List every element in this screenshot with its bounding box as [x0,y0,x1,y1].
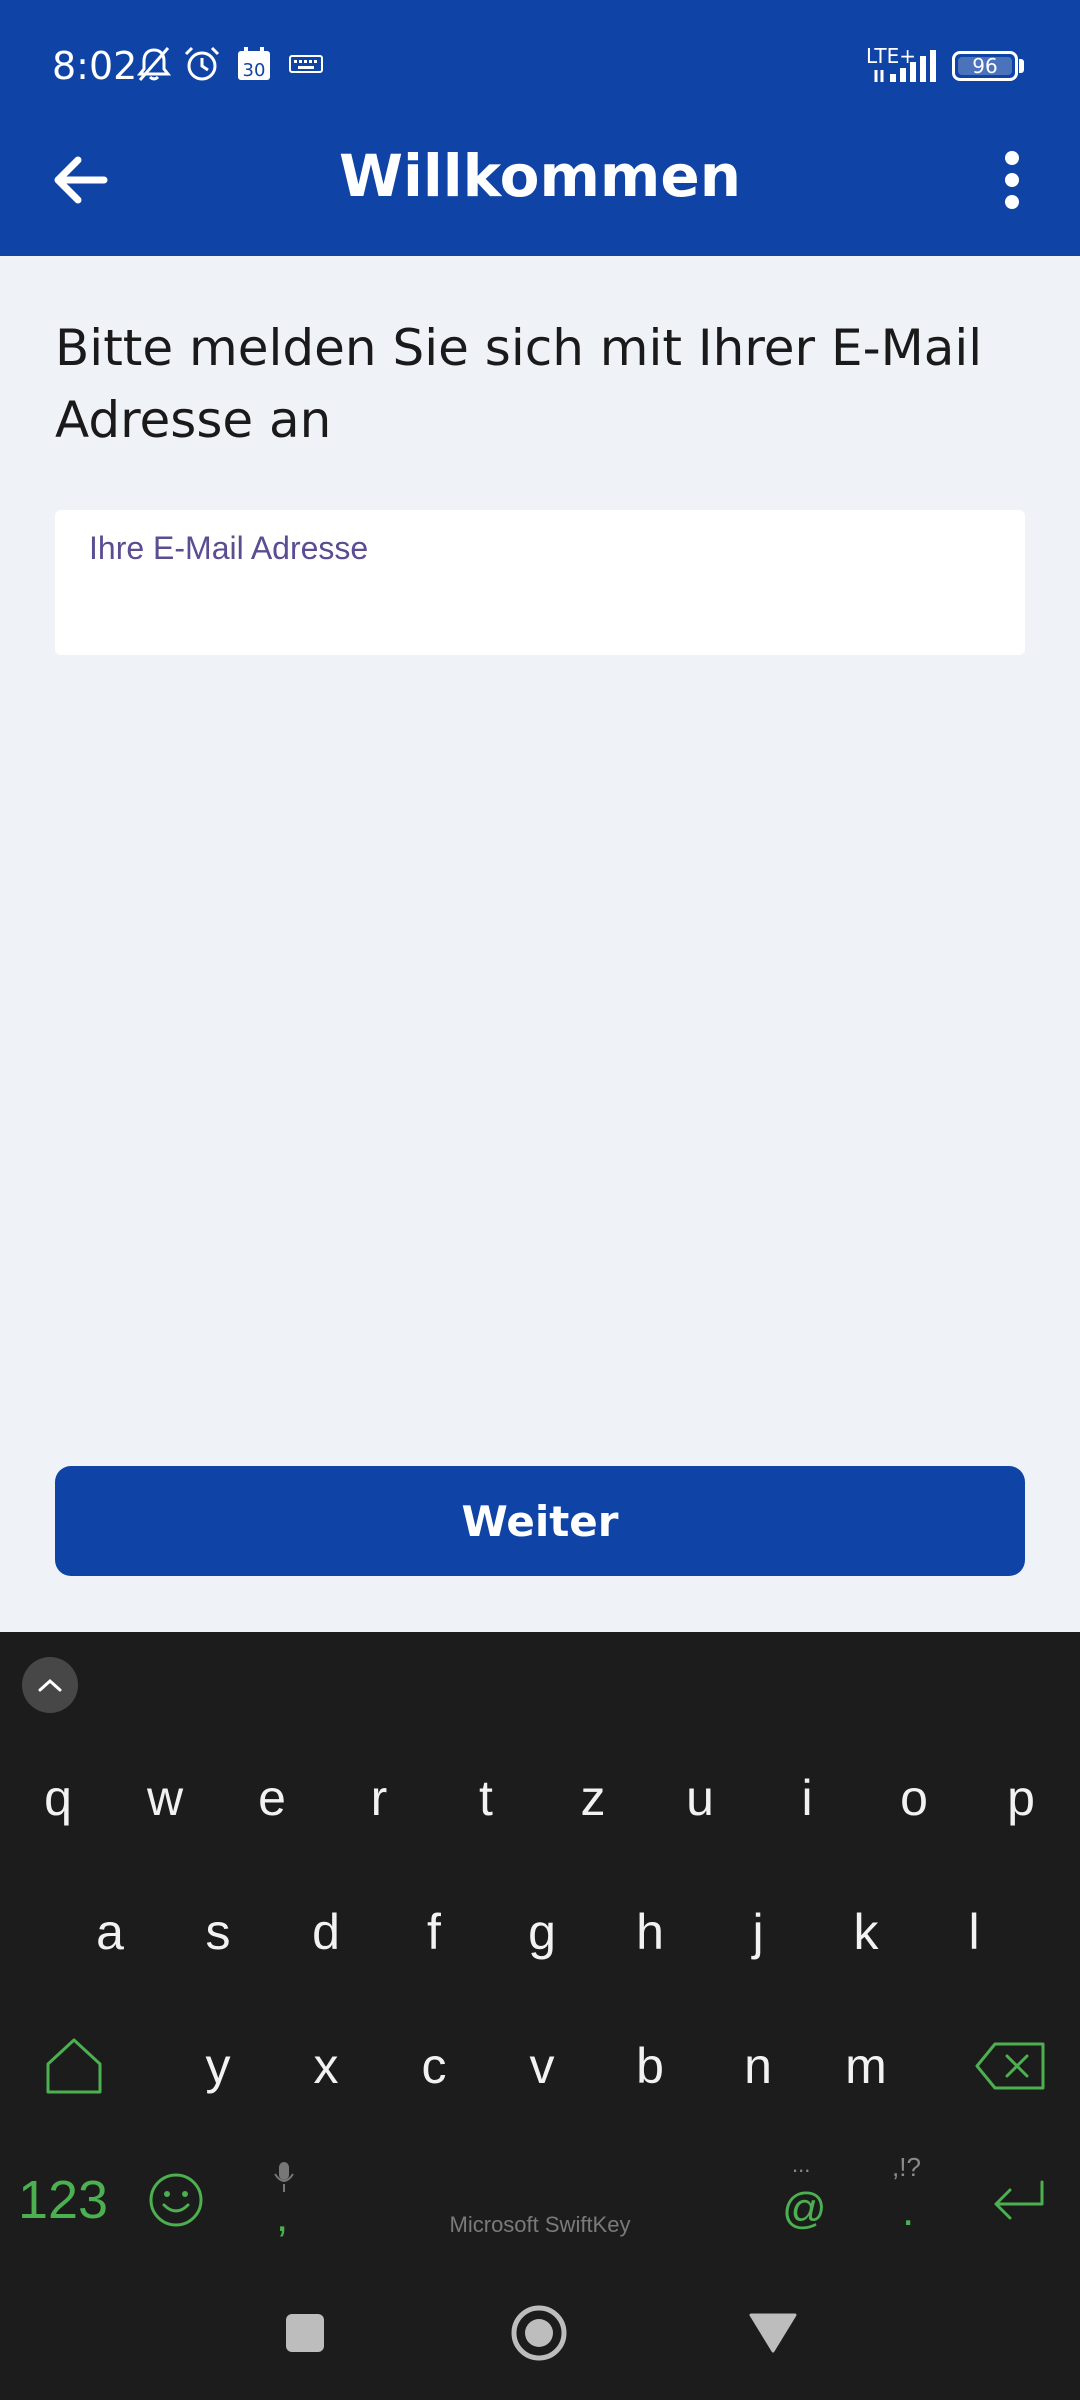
key-k[interactable]: k [818,1882,914,1982]
backspace-icon [975,2042,1045,2090]
key-c[interactable]: c [386,2016,482,2116]
at-key[interactable]: ... @ [752,2150,848,2250]
enter-key[interactable] [970,2150,1066,2250]
key-v[interactable]: v [494,2016,590,2116]
system-navigation-bar [0,2270,1080,2400]
at-key-hint: ... [792,2152,811,2177]
key-g[interactable]: g [494,1882,590,1982]
home-circle-icon [511,2305,567,2361]
key-j[interactable]: j [710,1882,806,1982]
keyboard-brand: Microsoft SwiftKey [449,2212,631,2237]
microphone-icon [274,2162,294,2192]
chevron-up-icon [38,1678,62,1692]
signal-icon [874,50,936,82]
at-label: @ [782,2184,827,2233]
page-title: Willkommen [339,142,741,210]
continue-button[interactable]: Weiter [55,1466,1025,1576]
square-icon [286,2314,324,2352]
period-key[interactable]: ,!? . [860,2150,956,2250]
email-input[interactable] [89,582,989,638]
smiley-icon [149,2173,203,2227]
key-y[interactable]: y [170,2016,266,2116]
key-q[interactable]: q [10,1748,106,1848]
comma-label: , [276,2192,289,2241]
key-x[interactable]: x [278,2016,374,2116]
backspace-key[interactable] [962,2016,1058,2116]
period-key-hint: ,!? [892,2152,921,2182]
bell-muted-icon [136,47,172,81]
enter-icon [994,2180,1044,2220]
key-r[interactable]: r [331,1748,427,1848]
battery-indicator: 96 [952,51,1018,81]
key-w[interactable]: w [117,1748,213,1848]
email-label: Ihre E-Mail Adresse [89,530,369,566]
home-button[interactable] [504,2298,574,2368]
calendar-icon: 30 [238,47,270,81]
emoji-key[interactable] [128,2150,224,2250]
key-s[interactable]: s [170,1882,266,1982]
status-time: 8:02 [52,44,138,88]
comma-key[interactable]: , [236,2150,332,2250]
key-u[interactable]: u [652,1748,748,1848]
calendar-day: 30 [243,60,266,81]
key-m[interactable]: m [818,2016,914,2116]
key-l[interactable]: l [926,1882,1022,1982]
key-h[interactable]: h [602,1882,698,1982]
keyboard-icon [289,55,323,73]
login-prompt: Bitte melden Sie sich mit Ihrer E-Mail A… [55,319,983,449]
battery-level: 96 [972,54,998,78]
email-field[interactable]: Ihre E-Mail Adresse [55,510,1025,655]
battery-tip [1019,59,1024,73]
status-bar: 8:02 30 LTE+ 96 [0,0,1080,130]
app-header: 8:02 30 LTE+ 96 Willkommen [0,0,1080,256]
key-o[interactable]: o [866,1748,962,1848]
overflow-menu-button[interactable] [982,146,1042,214]
key-t[interactable]: t [438,1748,534,1848]
back-nav-button[interactable] [738,2298,808,2368]
key-i[interactable]: i [759,1748,855,1848]
alarm-icon [184,46,220,81]
keyboard-toolbar-toggle[interactable] [22,1657,78,1713]
key-z[interactable]: z [545,1748,641,1848]
key-b[interactable]: b [602,2016,698,2116]
shift-icon [46,2038,102,2094]
key-e[interactable]: e [224,1748,320,1848]
key-f[interactable]: f [386,1882,482,1982]
recents-button[interactable] [270,2298,340,2368]
shift-key[interactable] [26,2016,122,2116]
key-d[interactable]: d [278,1882,374,1982]
key-a[interactable]: a [62,1882,158,1982]
triangle-down-icon [749,2313,797,2353]
more-vertical-icon [1005,151,1019,209]
numbers-key[interactable]: 123 [10,2150,116,2250]
period-label: . [902,2186,915,2235]
key-n[interactable]: n [710,2016,806,2116]
key-p[interactable]: p [973,1748,1069,1848]
